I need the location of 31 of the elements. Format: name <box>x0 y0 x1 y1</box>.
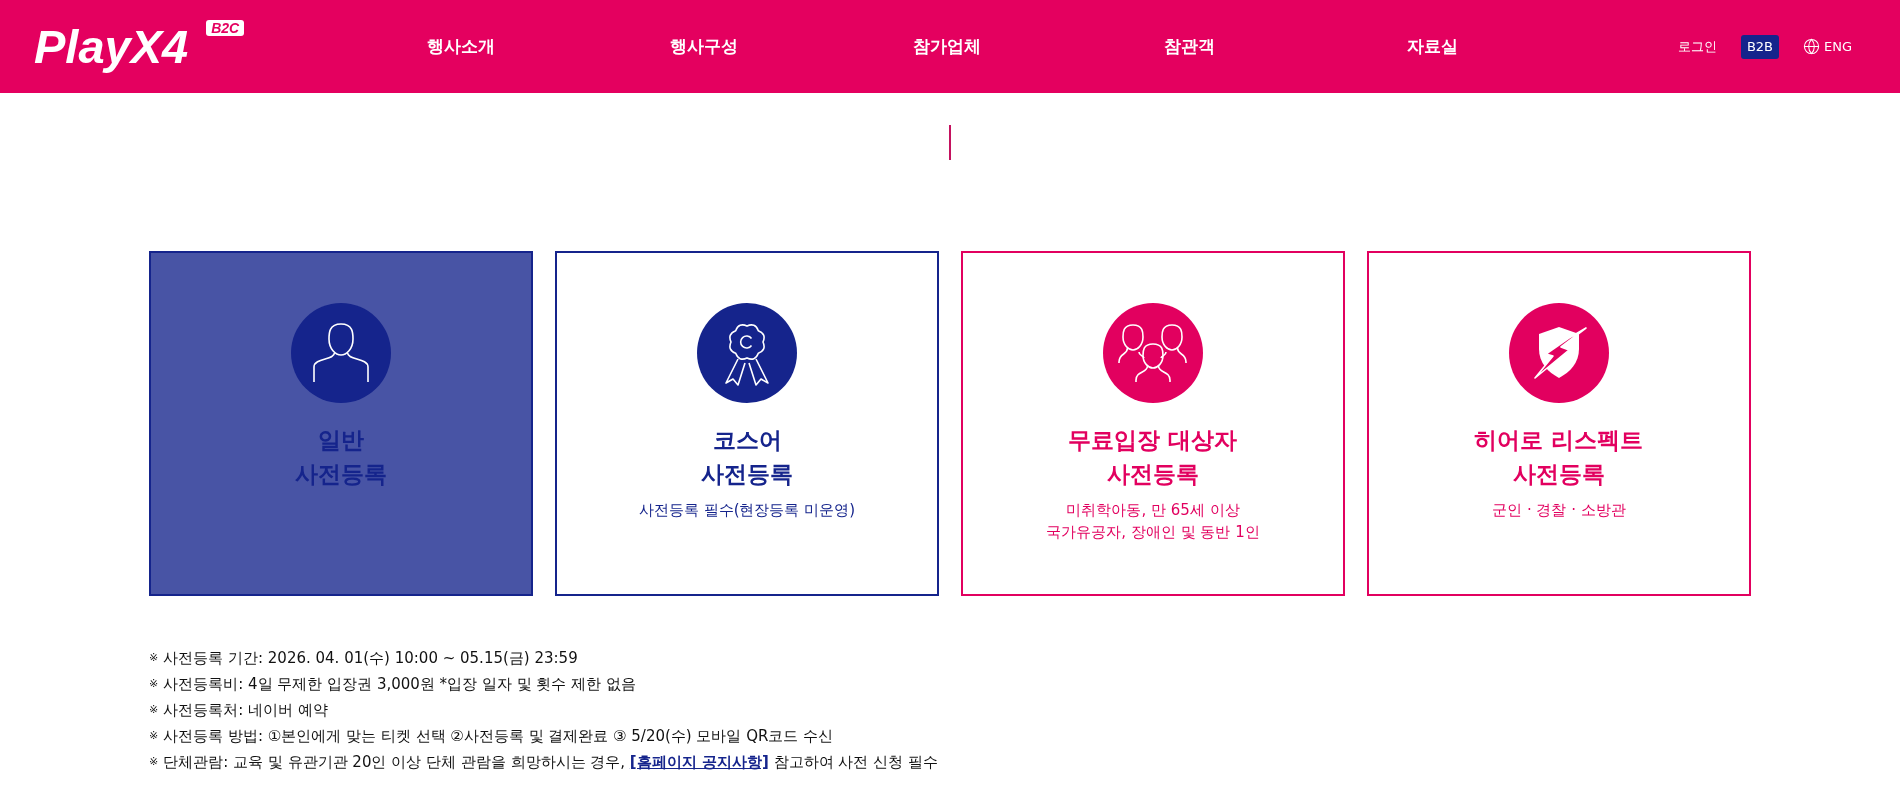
login-link[interactable]: 로그인 <box>1677 37 1717 56</box>
card-title: 코스어 사전등록 <box>701 426 793 489</box>
note-text: 사전등록비: 4일 무제한 입장권 3,000원 *입장 일자 및 횟수 제한 없음 <box>163 674 636 694</box>
globe-icon <box>1803 38 1820 55</box>
note-text: 단체관람: 교육 및 유관기관 20인 이상 단체 관람을 희망하시는 경우, [홈페이지 공지사항] 참고하여 사전 신청 필수 <box>163 752 938 772</box>
note-marker: ※ <box>149 650 159 666</box>
b2b-button[interactable]: B2B <box>1740 34 1779 59</box>
note-text: 사전등록처: 네이버 예약 <box>163 700 328 720</box>
nav-link[interactable]: 참관객 <box>1164 35 1215 58</box>
note-marker: ※ <box>149 728 159 744</box>
nav-link[interactable]: 참가업체 <box>912 35 981 58</box>
registration-card[interactable]: 코스어 사전등록 사전등록 필수(현장등록 미운영) <box>555 251 939 596</box>
card-title: 히어로 리스펙트 사전등록 <box>1474 426 1644 489</box>
note-marker: ※ <box>149 702 159 718</box>
card-description: 미취학아동, 만 65세 이상 국가유공자, 장애인 및 동반 1인 <box>1046 500 1260 543</box>
note-marker: ※ <box>149 676 159 692</box>
logo-badge: B2C <box>206 20 245 36</box>
nav-link[interactable]: 행사소개 <box>426 35 495 58</box>
notice-link[interactable]: [홈페이지 공지사항] <box>629 753 769 771</box>
nav-link[interactable]: 자료실 <box>1407 35 1458 58</box>
card-title: 무료입장 대상자 사전등록 <box>1068 426 1238 489</box>
nav-link[interactable]: 행사구성 <box>669 35 738 58</box>
card-description: 군인 · 경찰 · 소방관 <box>1492 500 1626 521</box>
note-marker: ※ <box>149 754 159 770</box>
note-text: 사전등록 기간: 2026. 04. 01(수) 10:00 ~ 05.15(금) 23:59 <box>163 648 578 668</box>
language-button[interactable]: ENG <box>1803 38 1852 55</box>
vertical-accent-line <box>949 125 951 160</box>
registration-card[interactable]: 무료입장 대상자 사전등록 미취학아동, 만 65세 이상 국가유공자, 장애인 및 동반 1인 <box>961 251 1345 596</box>
note-text: 사전등록 방법: ①본인에게 맞는 티켓 선택 ②사전등록 및 결제완료 ③ 5/20(수) 모바일 QR코드 수신 <box>163 726 834 746</box>
card-description: 사전등록 필수(현장등록 미운영) <box>638 500 856 521</box>
registration-card[interactable]: 히어로 리스펙트 사전등록 군인 · 경찰 · 소방관 <box>1367 251 1751 596</box>
